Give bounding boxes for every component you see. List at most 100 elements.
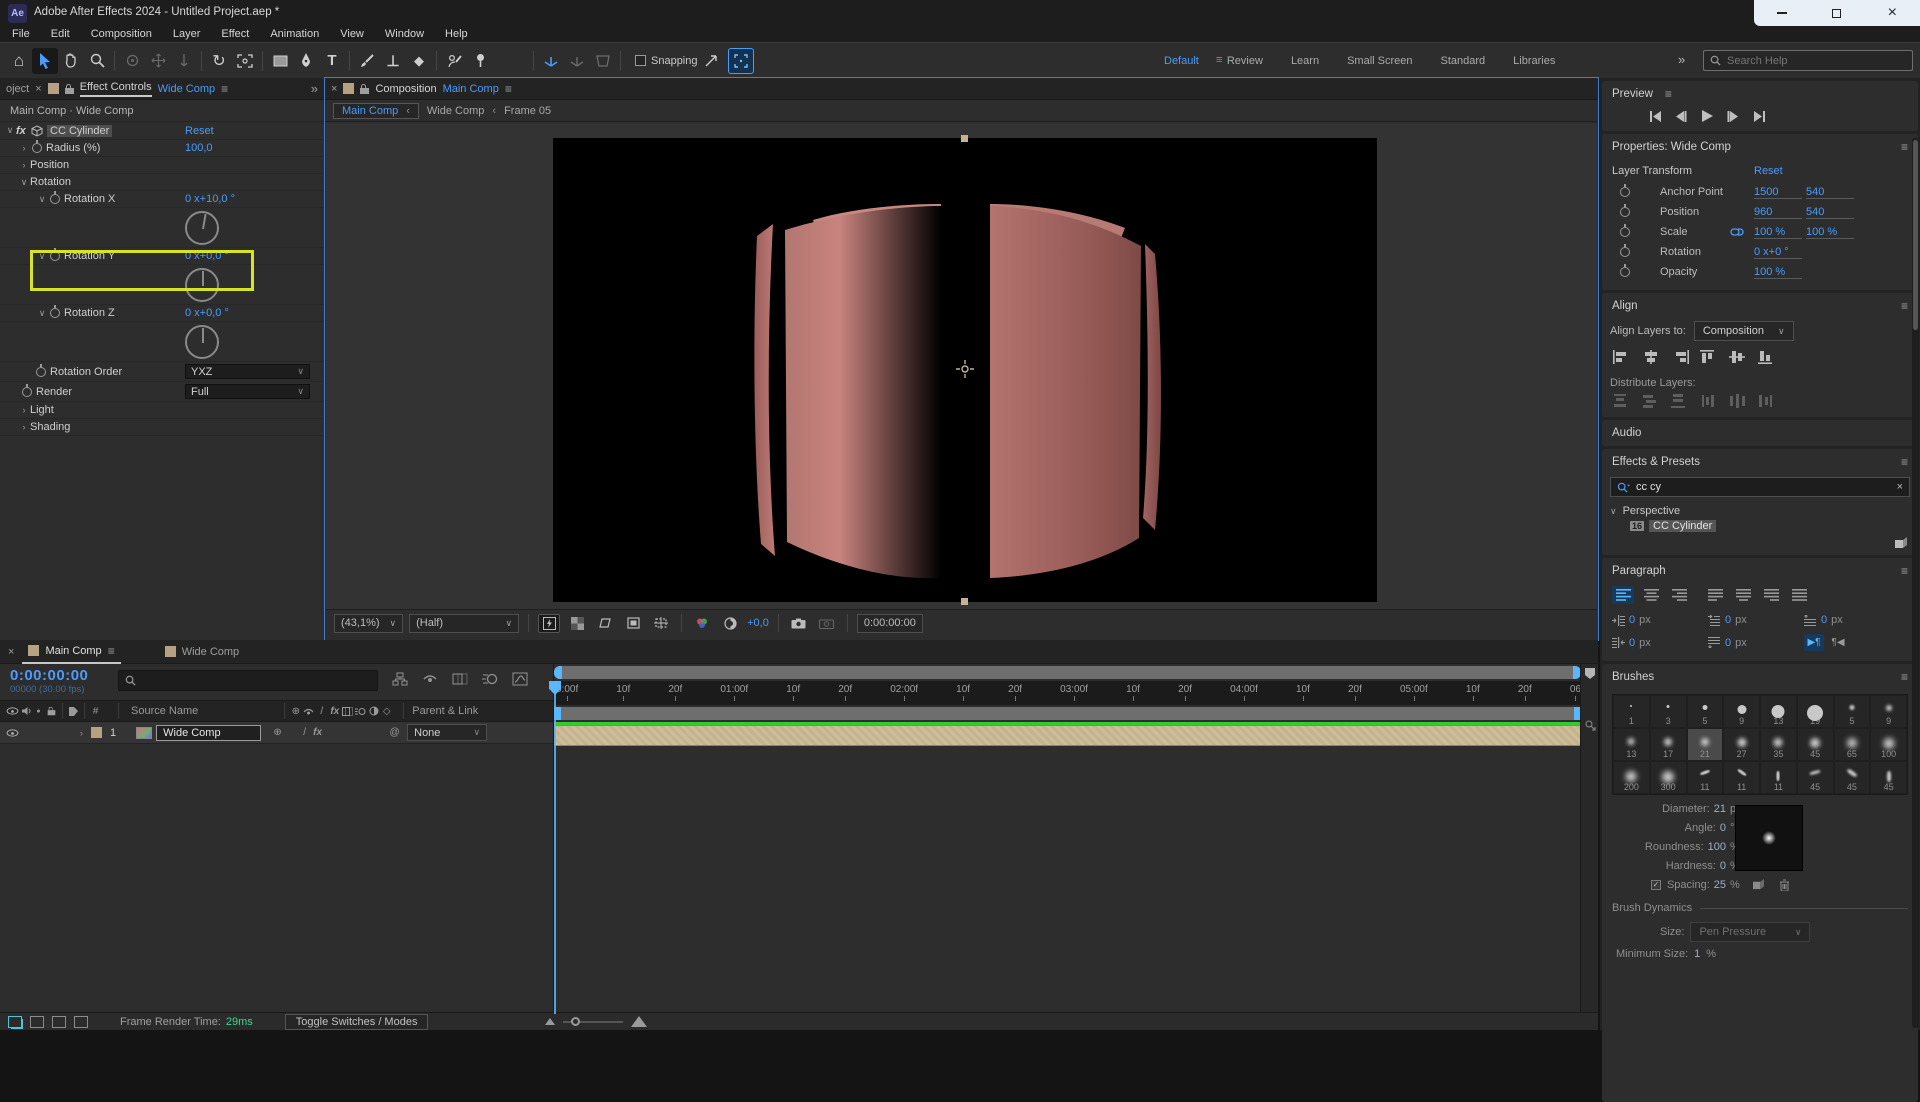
orbit-camera-tool[interactable] <box>119 48 145 74</box>
comp-handle-top[interactable] <box>961 135 968 142</box>
project-tab-label[interactable]: oject <box>6 83 29 95</box>
brush-preset[interactable]: 17 <box>1650 728 1687 761</box>
zoom-slider-track[interactable] <box>563 1021 623 1023</box>
brush-preset[interactable]: 3 <box>1650 695 1687 728</box>
parent-link-column[interactable]: Parent & Link <box>412 705 478 717</box>
panel-menu-icon[interactable]: ≡ <box>1901 564 1908 578</box>
link-icon[interactable] <box>1730 228 1744 236</box>
radius-value[interactable]: 100,0 <box>185 142 213 154</box>
align-vcenter-button[interactable] <box>1728 349 1748 365</box>
indent-right-value[interactable]: 0 <box>1629 637 1635 649</box>
brush-preset[interactable]: 9 <box>1870 695 1907 728</box>
timeline-search-input[interactable] <box>140 673 371 688</box>
shy-layers-icon[interactable] <box>422 672 438 686</box>
eraser-tool[interactable]: ◆ <box>406 48 432 74</box>
composition-viewer[interactable] <box>326 123 1597 609</box>
align-text-left-button[interactable] <box>1612 586 1634 604</box>
breadcrumb-main-comp[interactable]: Main Comp <box>342 105 398 117</box>
transform-reset-button[interactable]: Reset <box>1754 165 1783 177</box>
chevron-down-icon[interactable]: ∨ <box>36 251 48 262</box>
frame-blending-icon[interactable] <box>452 672 468 686</box>
menu-item[interactable]: File <box>12 28 30 40</box>
distribute-vcenter-button[interactable] <box>1641 393 1661 409</box>
axis-mode-world[interactable] <box>564 48 590 74</box>
first-frame-button[interactable] <box>1646 109 1664 123</box>
clone-stamp-tool[interactable]: ⊥ <box>380 48 406 74</box>
distribute-top-button[interactable] <box>1612 393 1632 409</box>
align-bottom-button[interactable] <box>1757 349 1777 365</box>
space-after-value[interactable]: 0 <box>1725 637 1731 649</box>
composition-canvas[interactable] <box>553 138 1377 602</box>
rotation-x-row[interactable]: ∨ Rotation X 0 x+10,0 ° <box>0 191 324 208</box>
timeline-tab-wide-comp[interactable]: Wide Comp <box>159 640 245 664</box>
layer-visibility-toggle[interactable] <box>6 729 19 737</box>
brush-preset[interactable]: 1 <box>1613 695 1650 728</box>
zoom-slider-knob[interactable] <box>571 1017 580 1026</box>
brush-preset[interactable]: 13 <box>1613 728 1650 761</box>
indent-left-value[interactable]: 0 <box>1629 614 1635 626</box>
diameter-setting[interactable]: Diameter:21px <box>1640 799 1750 818</box>
zoom-dropdown[interactable]: (43,1%) ∨ <box>334 614 403 633</box>
layer-duration-bar[interactable] <box>554 725 1581 746</box>
chevron-right-icon[interactable]: › <box>18 422 30 432</box>
project-tab-close-icon[interactable]: × <box>35 83 41 95</box>
panel-overflow-icon[interactable]: » <box>311 81 318 96</box>
distribute-bottom-button[interactable] <box>1670 393 1690 409</box>
zoom-in-icon[interactable] <box>631 1016 647 1027</box>
roto-brush-tool[interactable] <box>441 48 467 74</box>
angle-value[interactable]: 0 <box>1720 822 1726 834</box>
menu-item[interactable]: View <box>340 28 364 40</box>
indent-right-field[interactable]: 0px <box>1612 634 1708 651</box>
stopwatch-icon[interactable] <box>1620 227 1630 237</box>
brush-preset[interactable]: 11 <box>1760 761 1797 794</box>
rotation-order-row[interactable]: Rotation Order YXZ ∨ <box>0 362 324 382</box>
axis-mode-view[interactable] <box>590 48 616 74</box>
layer-row[interactable]: › 1 Wide Comp ⊕ / fx @ None ∨ <box>0 722 553 744</box>
snap-options-icon[interactable] <box>698 48 724 74</box>
chevron-right-icon[interactable]: › <box>18 143 30 153</box>
comp-handle-bottom[interactable] <box>961 598 968 605</box>
property-value-y[interactable]: 540 <box>1806 206 1854 219</box>
shading-row[interactable]: › Shading <box>0 419 324 436</box>
align-text-center-button[interactable] <box>1640 586 1662 604</box>
time-navigator[interactable] <box>554 666 1581 679</box>
chevron-down-icon[interactable]: ∨ <box>18 177 30 188</box>
breadcrumb-frame05[interactable]: Frame 05 <box>504 105 551 117</box>
composition-tab-title[interactable]: Composition <box>375 83 436 95</box>
rotation-tool[interactable]: ↻ <box>206 48 232 74</box>
panel-menu-icon[interactable]: ≡ <box>108 644 115 658</box>
rotation-group-row[interactable]: ∨ Rotation <box>0 174 324 191</box>
time-ruler[interactable]: 0:00f10f20f01:00f10f20f02:00f10f20f03:00… <box>554 681 1581 705</box>
right-panel-scrollbar[interactable] <box>1912 138 1919 1028</box>
comp-marker-bin-icon[interactable] <box>1584 668 1596 679</box>
diameter-value[interactable]: 21 <box>1714 803 1726 815</box>
property-value-x[interactable]: 1500 <box>1754 186 1802 199</box>
effect-controls-tab-title[interactable]: Effect Controls <box>80 81 152 97</box>
roundness-setting[interactable]: Roundness:100% <box>1640 837 1750 856</box>
stopwatch-icon[interactable] <box>32 143 42 153</box>
chevron-down-icon[interactable]: ∨ <box>36 194 48 205</box>
draft-3d-icon[interactable] <box>52 1016 66 1028</box>
size-dynamics-dropdown[interactable]: Pen Pressure ∨ <box>1690 922 1810 942</box>
panel-menu-icon[interactable]: ≡ <box>1901 299 1908 313</box>
effect-header-row[interactable]: ∨ fx CC Cylinder Reset <box>0 122 324 140</box>
brush-preset[interactable]: 45 <box>1870 761 1907 794</box>
text-direction-rtl-button[interactable]: ¶◀ <box>1828 634 1848 651</box>
tab-close-icon[interactable]: × <box>331 83 337 95</box>
indent-first-line-field[interactable]: 0px <box>1708 614 1804 626</box>
layer-expander-icon[interactable]: › <box>80 728 83 738</box>
new-brush-icon[interactable] <box>1752 879 1765 890</box>
property-value-x[interactable]: 0 x+0 ° <box>1754 246 1802 259</box>
play-button[interactable] <box>1698 109 1716 123</box>
rotation-y-dial[interactable] <box>185 268 219 302</box>
justify-last-right-button[interactable] <box>1760 586 1782 604</box>
fast-preview-icon[interactable] <box>538 614 560 633</box>
position-row[interactable]: › Position <box>0 157 324 174</box>
effects-group-perspective[interactable]: ∨ Perspective <box>1602 503 1918 519</box>
brush-preset[interactable]: 45 <box>1797 761 1834 794</box>
workspace-tab[interactable]: Learn <box>1277 55 1333 67</box>
radius-row[interactable]: › Radius (%) 100,0 <box>0 140 324 157</box>
effect-controls-tab-target[interactable]: Wide Comp <box>158 83 215 95</box>
brush-preset[interactable]: 13 <box>1760 695 1797 728</box>
rotation-z-dial[interactable] <box>185 325 219 359</box>
